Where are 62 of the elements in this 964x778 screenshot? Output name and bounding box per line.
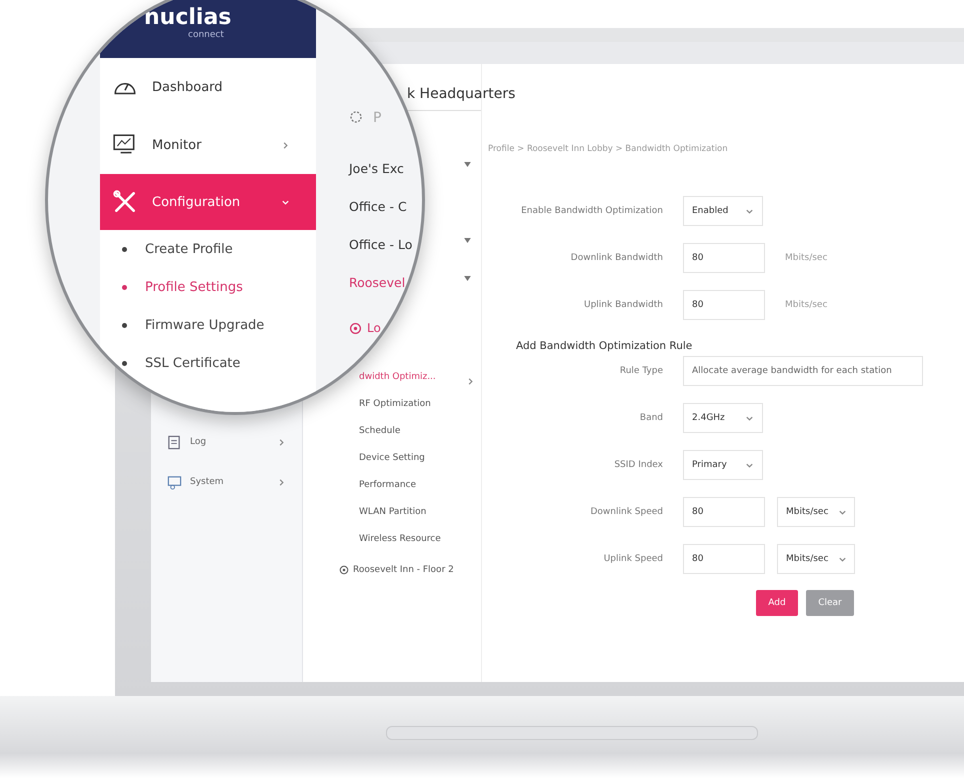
bullet-icon <box>122 360 127 366</box>
document-icon <box>167 434 182 450</box>
submenu-item[interactable]: Create Profile <box>100 230 316 268</box>
submenu-item[interactable]: SSL Certificate <box>100 344 316 382</box>
tree-item[interactable]: Schedule <box>359 426 400 436</box>
caret-icon[interactable] <box>464 276 471 280</box>
tools-icon <box>112 189 138 215</box>
logo-subtitle: connect <box>188 30 224 40</box>
caret-icon <box>466 377 475 386</box>
field-label: Enable Bandwidth Optimization <box>520 206 663 216</box>
tree-item[interactable]: Device Setting <box>359 452 425 462</box>
field-label: Uplink Bandwidth <box>583 300 663 310</box>
field-label: Rule Type <box>618 366 663 376</box>
field-label: SSID Index <box>613 460 663 470</box>
tree-item[interactable]: Office - Lo <box>349 225 422 263</box>
dropdown[interactable]: Mbits/sec <box>777 544 855 574</box>
caret-icon <box>277 478 286 486</box>
unit-label: Mbits/sec <box>785 300 828 310</box>
tree-item[interactable]: WLAN Partition <box>359 506 426 516</box>
input-field[interactable]: 80 <box>683 290 765 320</box>
input-field[interactable]: 80 <box>683 497 765 527</box>
dropdown[interactable]: Mbits/sec <box>777 497 855 527</box>
tree-item[interactable]: Lo <box>349 309 422 347</box>
bullet-icon <box>122 322 127 328</box>
tree-item[interactable]: Wireless Resource <box>359 534 441 544</box>
sidebar-item[interactable]: Configuration <box>100 174 316 230</box>
caret-icon[interactable] <box>464 162 471 166</box>
unit-label: Mbits/sec <box>785 253 828 263</box>
submenu-item[interactable]: Firmware Upgrade <box>100 306 316 344</box>
section-heading: Add Bandwidth Optimization Rule <box>516 340 694 352</box>
breadcrumb: Profile > Roosevelt Inn Lobby > Bandwidth Optimization <box>488 144 729 154</box>
sidebar-item[interactable]: System <box>151 462 302 502</box>
location-icon <box>339 564 349 574</box>
tree-item[interactable]: Roosevelt Inn - Floor 2 <box>353 564 454 574</box>
tree-item[interactable]: dwidth Optimiz... <box>359 372 436 382</box>
field-label: Downlink Bandwidth <box>570 253 663 263</box>
caret-icon[interactable] <box>464 238 471 242</box>
tree-item[interactable]: Roosevel <box>349 263 422 301</box>
sidebar-item[interactable]: Log <box>151 422 302 462</box>
dropdown[interactable]: Allocate average bandwidth for each station <box>683 356 923 386</box>
monitor-icon <box>167 474 182 490</box>
caret-icon <box>281 140 290 150</box>
input-field[interactable]: 80 <box>683 243 765 273</box>
logo-text: nuclias <box>144 6 232 30</box>
field-label: Uplink Speed <box>602 554 663 564</box>
tree-item[interactable]: Office - C <box>349 187 422 225</box>
sidebar-item[interactable]: Monitor <box>100 116 316 174</box>
tree-item[interactable]: RF Optimization <box>359 398 431 408</box>
field-label: Band <box>638 413 663 423</box>
field-label: Downlink Speed <box>590 507 663 517</box>
bullet-icon <box>122 284 127 290</box>
submenu-item[interactable]: Profile Settings <box>100 268 316 306</box>
input-field[interactable]: 80 <box>683 544 765 574</box>
bullet-icon <box>122 246 127 252</box>
dropdown[interactable]: 2.4GHz <box>683 403 763 433</box>
caret-icon <box>277 438 286 446</box>
dropdown[interactable]: Primary <box>683 450 763 480</box>
tree-item[interactable]: Joe's Exc <box>349 149 422 187</box>
tree-item[interactable]: Performance <box>359 480 416 490</box>
add-button[interactable]: Add <box>756 590 798 616</box>
dropdown[interactable]: Enabled <box>683 196 763 226</box>
location-icon <box>349 322 362 334</box>
